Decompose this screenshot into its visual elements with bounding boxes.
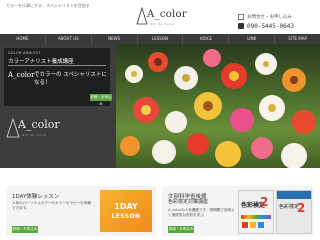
- site-header: カラーを仕事にする・スペシャリストを目指す A_color Art de Col…: [0, 0, 320, 34]
- textbook-title: 色彩検定: [279, 204, 300, 210]
- promo-panel: COLOR ANALYST カラーアナリスト養成講座 A_color でカラーの…: [4, 48, 112, 106]
- nav-item-voice[interactable]: VOICE: [183, 34, 230, 44]
- flower-bouquet-image: [120, 49, 316, 168]
- color-swatch: [258, 222, 264, 228]
- card-detail-button[interactable]: 詳細・お申込み: [12, 226, 38, 233]
- color-bar-graphic: [241, 215, 271, 219]
- textbook-grade: 2: [260, 195, 269, 209]
- card-color-exam-course: 文部科学省後援 色彩検定対策講座 A_colorの人気講座です。短期間で効率よく…: [162, 186, 314, 236]
- card-subtitle: 色彩検定対策講座: [168, 199, 209, 205]
- contact-link[interactable]: お問合せ・お申し込み: [238, 13, 316, 21]
- textbook-band: [277, 191, 311, 199]
- main-nav: HOME ABOUT US NEWS LESSON VOICE LINK SIT…: [0, 34, 320, 44]
- card-title: 1DAY体験レッスン: [12, 194, 60, 200]
- nav-item-link[interactable]: LINK: [229, 34, 276, 44]
- lesson-image-title: 1DAY: [114, 202, 138, 211]
- lesson-image-subtitle: LESSON: [111, 213, 141, 220]
- hero-banner: COLOR ANALYST カラーアナリスト養成講座 A_color でカラーの…: [0, 44, 320, 168]
- card-detail-button[interactable]: 詳細・お申込み: [168, 226, 194, 233]
- hero-logo-subtext: Art de Color: [22, 133, 48, 137]
- logo-text: A_color: [147, 9, 187, 20]
- color-swatch: [250, 222, 256, 228]
- mail-icon: [238, 14, 244, 20]
- phone-icon: [238, 23, 244, 29]
- hero-logo-text: A_color: [18, 118, 60, 131]
- promo-title: カラーアナリスト養成講座: [8, 59, 74, 65]
- hero-logo: A_color Art de Color: [6, 118, 66, 142]
- nav-item-about-us[interactable]: ABOUT US: [46, 34, 92, 44]
- nav-item-lesson[interactable]: LESSON: [138, 34, 184, 44]
- card-1day-lesson: 1DAY体験レッスン 人気のパーソナルカラーやカラーセラピーを体験できます。 詳…: [6, 186, 156, 236]
- logo-subtext: Art de Color: [150, 22, 176, 26]
- nav-item-home[interactable]: HOME: [0, 34, 46, 44]
- contact-label: お問合せ・お申し込み: [247, 15, 292, 20]
- promo-detail-button[interactable]: 詳細・お申込み: [90, 94, 112, 106]
- hero-left-panel: COLOR ANALYST カラーアナリスト養成講座 A_color でカラーの…: [0, 44, 116, 168]
- flower-photo: [116, 44, 320, 168]
- card-description: 人気のパーソナルカラーやカラーセラピーを体験できます。: [12, 201, 91, 210]
- color-swatch: [242, 222, 248, 228]
- promo-eyebrow: COLOR ANALYST: [8, 51, 41, 55]
- phone-row[interactable]: 090-5445-0643: [238, 22, 316, 30]
- phone-number: 090-5445-0643: [247, 22, 294, 30]
- promo-divider: [8, 65, 106, 66]
- textbook-grade: 2: [297, 201, 306, 215]
- contact-block: お問合せ・お申し込み 090-5445-0643: [238, 13, 316, 31]
- 1day-lesson-image: 1DAY LESSON: [100, 190, 152, 232]
- textbook-image-2: 色彩検定 2: [276, 190, 312, 234]
- textbook-image-1: 色彩検定 2: [238, 190, 274, 234]
- promo-brand: A_color: [8, 71, 35, 79]
- promo-copy: でカラーの スペシャリストになる！: [34, 72, 107, 86]
- site-logo[interactable]: A_color Art de Color: [136, 7, 196, 31]
- tagline: カラーを仕事にする・スペシャリストを目指す: [6, 3, 90, 8]
- card-description: A_colorの人気講座です。短期間で効率よく実践的な色彩を学ぶ: [168, 208, 235, 217]
- nav-item-site-map[interactable]: SITE MAP: [275, 34, 320, 44]
- nav-item-news[interactable]: NEWS: [92, 34, 138, 44]
